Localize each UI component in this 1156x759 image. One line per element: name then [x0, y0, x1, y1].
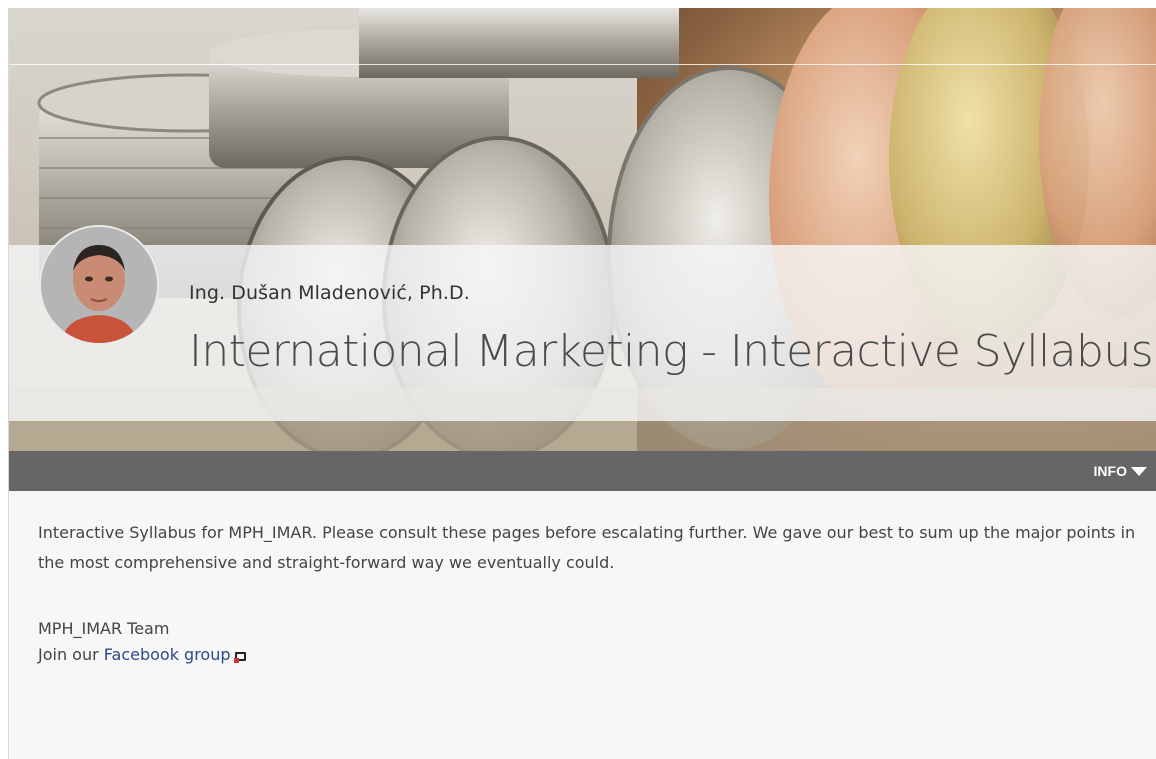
facebook-join-line: Join our Facebook group	[38, 642, 1148, 668]
avatar	[39, 225, 159, 345]
banner-divider	[9, 64, 1156, 65]
header-banner: Ing. Dušan Mladenović, Ph.D. Internation…	[9, 8, 1156, 451]
info-bar: INFO	[9, 451, 1156, 491]
team-signature: MPH_IMAR Team	[38, 619, 170, 638]
caret-down-icon	[1131, 466, 1147, 476]
page-title: International Marketing - Interactive Sy…	[189, 326, 1154, 377]
page-frame: Ing. Dušan Mladenović, Ph.D. Internation…	[8, 8, 1156, 759]
join-prefix: Join our	[38, 645, 104, 664]
info-toggle-button[interactable]: INFO	[1094, 461, 1147, 481]
syllabus-description: Interactive Syllabus for MPH_IMAR. Pleas…	[38, 523, 1136, 572]
person-icon	[41, 227, 157, 343]
author-name: Ing. Dušan Mladenović, Ph.D.	[189, 282, 470, 304]
facebook-group-link[interactable]: Facebook group	[104, 645, 231, 664]
external-link-icon	[233, 652, 246, 663]
info-content: Interactive Syllabus for MPH_IMAR. Pleas…	[38, 518, 1148, 668]
info-toggle-label: INFO	[1093, 463, 1127, 479]
